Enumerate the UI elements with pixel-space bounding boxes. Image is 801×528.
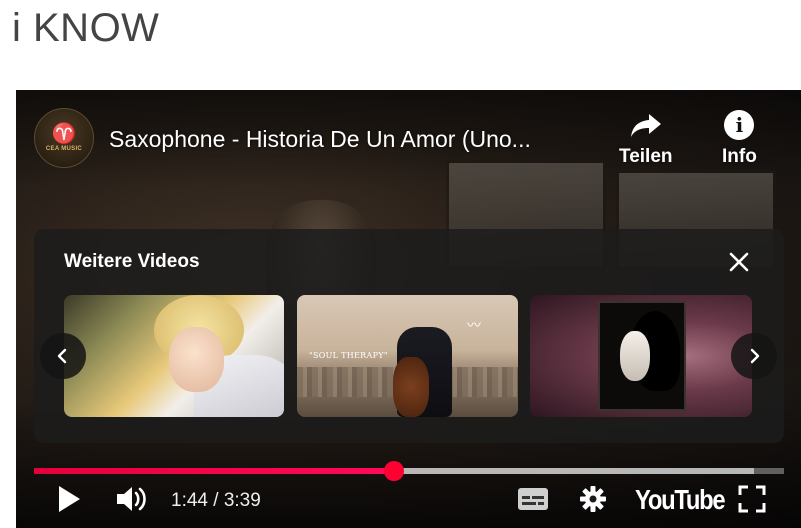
video-title[interactable]: Saxophone - Historia De Un Amor (Uno... [109,126,599,153]
subtitles-icon [518,488,548,510]
info-button[interactable]: i Info [722,110,757,168]
scrubber-handle[interactable] [384,461,404,481]
thumbnail-face [169,327,224,392]
bird-icon: 〰 [467,317,481,333]
settings-button[interactable] [578,484,608,514]
youtube-logo[interactable]: YouTube [635,484,726,516]
thumbnail-caption: "SOUL THERAPY" [309,351,388,360]
time-display: 1:44 / 3:39 [171,490,261,511]
share-arrow-icon [630,114,661,137]
video-thumbnail[interactable] [64,295,284,417]
portrait-face [620,331,650,381]
info-icon: i [724,110,755,140]
more-videos-title: Weitere Videos [64,251,200,272]
subtitles-button[interactable] [516,484,550,514]
video-thumbnail[interactable]: 〰 "SOUL THERAPY" [297,295,518,417]
volume-button[interactable] [114,484,150,514]
fullscreen-button[interactable] [736,484,768,514]
page-heading: i KNOW [12,6,160,50]
volume-icon [117,487,146,511]
woman-profile-portrait [598,301,686,411]
progress-played [34,468,394,474]
play-button[interactable] [54,484,84,514]
close-button[interactable] [724,247,754,277]
more-videos-panel: Weitere Videos 〰 "SOUL THERAPY" [34,229,784,443]
channel-avatar[interactable]: ♈ CEA MUSIC [34,108,94,168]
share-label: Teilen [619,146,673,167]
gear-icon [580,486,606,512]
close-icon [729,252,749,272]
share-button[interactable]: Teilen [619,110,673,168]
next-button[interactable] [731,333,777,379]
progress-bar[interactable] [34,461,784,481]
video-thumbnail[interactable] [530,295,752,417]
chevron-left-icon [57,348,67,364]
fullscreen-icon [738,485,766,513]
cello-icon [393,357,429,417]
previous-button[interactable] [40,333,86,379]
channel-avatar-label: CEA MUSIC [45,146,83,152]
play-icon [59,486,80,512]
chevron-right-icon [750,348,760,364]
player-top-bar: ♈ CEA MUSIC Saxophone - Historia De Un A… [16,90,801,190]
goat-logo-icon: ♈ [51,123,77,145]
player-controls: 1:44 / 3:39 YouTube [16,482,801,528]
video-player[interactable]: ♈ CEA MUSIC Saxophone - Historia De Un A… [16,90,801,528]
info-label: Info [722,146,757,167]
